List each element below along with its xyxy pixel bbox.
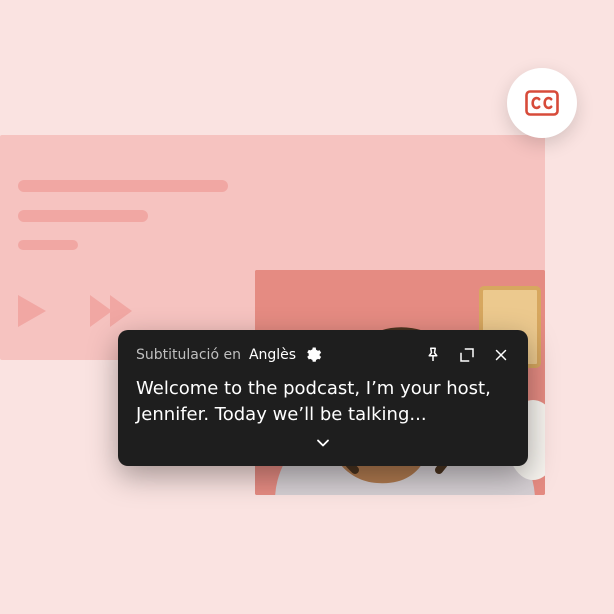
fast-forward-button[interactable] (90, 295, 136, 327)
closed-captions-badge[interactable] (507, 68, 577, 138)
close-icon (492, 346, 510, 364)
caption-text: Welcome to the podcast, I’m your host, J… (136, 376, 510, 428)
caption-popout-button[interactable] (458, 346, 476, 364)
caption-header: Subtitulació en Anglès (136, 346, 510, 364)
popout-icon (458, 346, 476, 364)
caption-language: Anglès (249, 347, 296, 363)
media-player (0, 135, 545, 360)
caption-close-button[interactable] (492, 346, 510, 364)
skeleton-line (18, 240, 78, 250)
chevron-down-icon (313, 434, 333, 452)
gear-icon (304, 346, 322, 364)
caption-panel: Subtitulació en Anglès Welcome to the po… (118, 330, 528, 466)
caption-expand-button[interactable] (136, 434, 510, 456)
skeleton-line (18, 180, 228, 192)
cc-icon (525, 90, 559, 116)
pin-icon (424, 346, 442, 364)
play-button[interactable] (18, 295, 46, 327)
caption-settings-button[interactable] (304, 346, 322, 364)
skeleton-line (18, 210, 148, 222)
caption-label: Subtitulació en (136, 347, 241, 363)
caption-pin-button[interactable] (424, 346, 442, 364)
